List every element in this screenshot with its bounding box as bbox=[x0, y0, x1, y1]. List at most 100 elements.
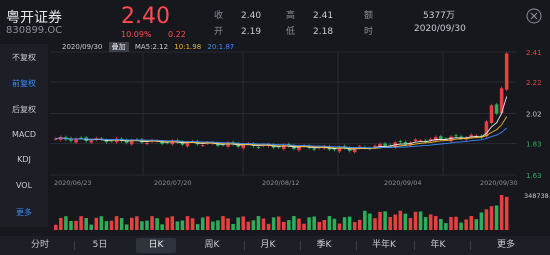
quote-amount-label: 额 bbox=[364, 11, 374, 21]
volume-bar bbox=[317, 221, 322, 230]
sidebar-item-macd[interactable]: MACD bbox=[0, 130, 48, 139]
y-tick-label: 2.41 bbox=[526, 49, 542, 57]
candle bbox=[383, 143, 387, 147]
volume-bar bbox=[226, 218, 230, 230]
sidebar-item-no-adjust[interactable]: 不复权 bbox=[0, 52, 48, 63]
volume-bar bbox=[302, 223, 306, 230]
sidebar-item-forward-adjust[interactable]: 前复权 bbox=[0, 78, 48, 89]
volume-bar bbox=[89, 224, 94, 230]
y-tick-label: 1.63 bbox=[526, 172, 542, 180]
volume-bar bbox=[216, 220, 220, 230]
volume-bar bbox=[170, 216, 175, 230]
volume-bar bbox=[54, 224, 58, 230]
kline-chart[interactable]: 2.41 2.22 2.02 1.83 1.63 2020/06/23 2020/07/20… bbox=[48, 40, 550, 230]
close-icon[interactable] bbox=[526, 8, 542, 24]
candle bbox=[489, 105, 494, 123]
quote-header: 粤开证券 830899.OC 2.40 10.09% 0.22 收 2.40 高2… bbox=[0, 0, 550, 40]
y-tick-label: 1.83 bbox=[526, 140, 542, 148]
tab-half-year-k[interactable]: 半年K bbox=[360, 238, 408, 253]
volume-bar bbox=[368, 213, 372, 230]
volume-bar bbox=[195, 224, 200, 230]
sidebar-item-backward-adjust[interactable]: 后复权 bbox=[0, 104, 48, 115]
volume-bar bbox=[454, 216, 458, 230]
volume-bar bbox=[135, 216, 139, 230]
volume-bar bbox=[155, 218, 159, 230]
sidebar-item-kdj[interactable]: KDJ bbox=[0, 155, 48, 164]
volume-bar bbox=[64, 216, 68, 230]
volume-max-label: 348738.00 bbox=[524, 192, 550, 200]
tab-intraday[interactable]: 分时 bbox=[22, 238, 58, 253]
volume-bar bbox=[347, 216, 352, 230]
volume-bar bbox=[322, 219, 327, 230]
candle bbox=[454, 135, 458, 137]
volume-bar bbox=[79, 216, 83, 230]
volume-bar bbox=[459, 222, 463, 230]
candle bbox=[398, 141, 403, 143]
tab-5day[interactable]: 5日 bbox=[82, 238, 118, 253]
change-amount: 0.22 bbox=[168, 30, 186, 39]
overlay-button[interactable]: 叠加 bbox=[108, 42, 129, 52]
quote-high: 高 2.41 bbox=[286, 11, 334, 21]
tab-divider bbox=[244, 241, 245, 250]
volume-bar bbox=[413, 211, 418, 230]
volume-bar bbox=[403, 213, 408, 230]
volume-bar bbox=[256, 216, 261, 230]
y-tick-label: 2.02 bbox=[526, 111, 542, 119]
candle bbox=[418, 140, 423, 142]
volume-bar bbox=[449, 217, 453, 230]
quote-amount: 5377万 bbox=[423, 11, 455, 21]
volume-bar bbox=[190, 218, 195, 230]
ma10-label: 10:1.98 bbox=[174, 43, 202, 51]
x-tick-label: 2020/09/30 bbox=[480, 179, 517, 187]
volume-bar bbox=[327, 216, 332, 230]
volume-bar bbox=[221, 216, 225, 230]
volume-bar bbox=[145, 220, 149, 230]
x-tick-label: 2020/06/23 bbox=[54, 179, 91, 187]
candle bbox=[89, 141, 94, 143]
tab-monthly-k[interactable]: 月K bbox=[250, 238, 286, 253]
volume-bar bbox=[464, 219, 468, 230]
tab-daily-k[interactable]: 日K bbox=[136, 238, 176, 253]
volume-bar bbox=[94, 217, 99, 230]
volume-bar bbox=[241, 216, 246, 230]
volume-bar bbox=[388, 216, 392, 230]
tab-divider bbox=[414, 241, 415, 250]
volume-bar bbox=[180, 220, 185, 230]
quote-low: 低 2.18 bbox=[286, 27, 334, 37]
volume-bar bbox=[282, 221, 286, 230]
volume-bar bbox=[332, 218, 337, 230]
volume-bar bbox=[124, 224, 129, 230]
tab-weekly-k[interactable]: 周K bbox=[194, 238, 230, 253]
volume-bar bbox=[160, 224, 164, 230]
volume-bar bbox=[504, 196, 509, 230]
volume-bar bbox=[479, 212, 484, 230]
volume-bar bbox=[271, 217, 276, 230]
volume-bar bbox=[352, 222, 357, 230]
tab-more[interactable]: 更多 bbox=[488, 238, 524, 253]
volume-bar bbox=[236, 217, 240, 230]
tab-quarterly-k[interactable]: 季K bbox=[306, 238, 342, 253]
x-tick-label: 2020/09/04 bbox=[384, 179, 421, 187]
candle bbox=[413, 139, 418, 142]
kline-svg[interactable]: 2.41 2.22 2.02 1.83 1.63 2020/06/23 2020/07/20… bbox=[48, 40, 550, 230]
sidebar-item-vol[interactable]: VOL bbox=[0, 181, 48, 190]
volume-bar bbox=[469, 216, 474, 230]
volume-bar bbox=[428, 214, 433, 230]
last-price: 2.40 bbox=[121, 4, 170, 29]
tab-yearly-k[interactable]: 年K bbox=[420, 238, 456, 253]
volume-bar bbox=[444, 223, 448, 230]
volume-bar bbox=[307, 217, 311, 230]
volume-bar bbox=[378, 211, 382, 230]
volume-bar bbox=[165, 217, 170, 230]
volume-bar bbox=[398, 210, 403, 230]
volume-bar bbox=[99, 216, 104, 230]
volume-bar bbox=[231, 224, 235, 230]
volume-bar bbox=[439, 219, 443, 230]
tab-divider bbox=[300, 241, 301, 250]
quote-time-label: 时 bbox=[364, 27, 374, 37]
tab-divider bbox=[470, 241, 471, 250]
volume-bar bbox=[175, 221, 180, 230]
candle bbox=[256, 147, 261, 149]
volume-bar bbox=[489, 206, 494, 230]
sidebar-item-more[interactable]: 更多 bbox=[0, 207, 48, 218]
